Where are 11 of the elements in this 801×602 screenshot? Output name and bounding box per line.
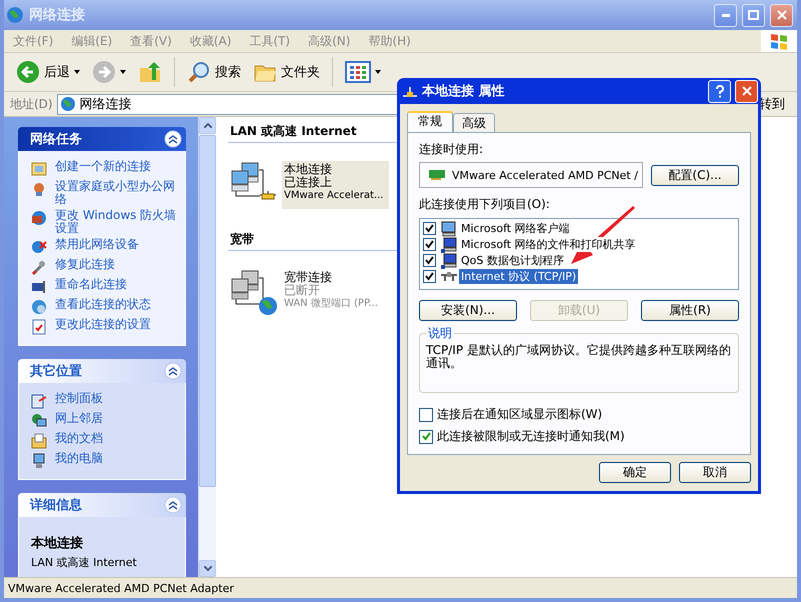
list-label: 此连接使用下列项目(O):: [419, 196, 551, 213]
window-title: 网络连接: [29, 6, 86, 24]
dialog-title: 本地连接 属性: [422, 82, 506, 100]
details-text: LAN 或高速 Internet: [31, 555, 138, 570]
status-bar: VMware Accelerated AMD PCNet Adapter: [4, 577, 797, 598]
adapter-field: VMware Accelerated AMD PCNet /: [419, 162, 643, 188]
group-title: 说明: [427, 325, 453, 342]
address-label: 地址(D): [10, 96, 53, 112]
details-heading: 本地连接: [31, 534, 84, 552]
field-label: 连接时使用:: [419, 141, 484, 158]
description-text: TCP/IP 是默认的广域网协议。它提供跨越多种互联网络的通讯。: [426, 344, 732, 370]
